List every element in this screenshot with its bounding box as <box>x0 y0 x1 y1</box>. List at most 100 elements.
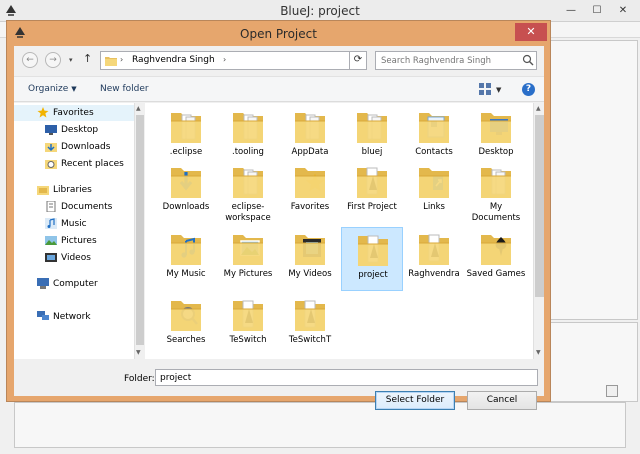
file-item-project[interactable]: project <box>341 227 403 291</box>
folder-docs-icon <box>481 168 511 198</box>
command-bar: Organize ▼ New folder ▼ ? <box>14 76 544 102</box>
file-item-teswitch[interactable]: TeSwitch <box>217 293 279 357</box>
open-project-dialog: Open Project ✕ ← → ▾ ↑ › Raghvendra Sing… <box>6 20 551 410</box>
scrollbar-thumb[interactable] <box>136 115 144 345</box>
nav-favorites[interactable]: Favorites <box>14 105 134 121</box>
file-item-teswitcht[interactable]: TeSwitchT <box>279 293 341 357</box>
scroll-up-icon[interactable]: ▲ <box>536 105 541 112</box>
recent-locations-dropdown-icon[interactable]: ▾ <box>69 56 73 64</box>
help-icon[interactable]: ? <box>522 83 535 96</box>
star-icon <box>37 107 49 118</box>
view-dropdown-icon[interactable]: ▼ <box>496 86 501 94</box>
cancel-button[interactable]: Cancel <box>467 391 537 410</box>
breadcrumb-user-folder[interactable]: Raghvendra Singh <box>132 55 215 65</box>
nav-network[interactable]: Network <box>14 309 134 325</box>
folder-downloads-icon <box>171 168 201 198</box>
file-item-name: Contacts <box>415 147 453 157</box>
file-item-eclipse-workspace[interactable]: eclipse-workspace <box>217 160 279 224</box>
folder-docs-icon <box>233 113 263 143</box>
scroll-down-icon[interactable]: ▼ <box>136 349 141 356</box>
breadcrumb-chevron-icon[interactable]: › <box>120 55 123 64</box>
scroll-down-icon[interactable]: ▼ <box>536 349 541 356</box>
file-item-raghvendra[interactable]: Raghvendra <box>403 227 465 291</box>
back-button[interactable]: ← <box>22 52 38 68</box>
folder-docs-icon <box>295 113 325 143</box>
folder-games-icon <box>481 235 511 265</box>
file-item-name: TeSwitchT <box>288 335 332 345</box>
maximize-icon[interactable]: ☐ <box>586 3 608 18</box>
file-item-favorites[interactable]: Favorites <box>279 160 341 224</box>
chevron-down-icon: ▼ <box>71 85 77 93</box>
file-item-searches[interactable]: Searches <box>155 293 217 357</box>
folder-bluej-icon <box>357 167 387 198</box>
refresh-button[interactable]: ⟳ <box>349 51 367 70</box>
folder-icon <box>105 57 117 66</box>
folder-docs-icon <box>233 168 263 198</box>
folder-music-icon <box>171 235 201 265</box>
scrollbar-thumb[interactable] <box>535 115 544 297</box>
folder-label: Folder: <box>124 374 155 384</box>
folder-docs-icon <box>357 113 387 143</box>
minimize-icon[interactable]: — <box>560 3 582 18</box>
up-arrow-icon[interactable]: ↑ <box>83 52 92 65</box>
nav-downloads[interactable]: Downloads <box>14 139 134 155</box>
nav-documents[interactable]: Documents <box>14 199 134 215</box>
file-item-saved-games[interactable]: Saved Games <box>465 227 527 291</box>
search-icon <box>522 54 534 66</box>
folder-bluej-icon <box>358 235 388 266</box>
search-input[interactable] <box>375 51 537 70</box>
dialog-title: Open Project <box>240 27 317 41</box>
file-view-scrollbar[interactable]: ▲ ▼ <box>533 103 544 359</box>
file-item-name: bluej <box>361 147 383 157</box>
breadcrumb-chevron-icon[interactable]: › <box>223 55 226 64</box>
computer-icon <box>37 278 49 289</box>
nav-music[interactable]: Music <box>14 216 134 232</box>
bluej-side-panel <box>550 40 638 320</box>
desktop-icon <box>45 125 57 135</box>
bluej-scroll-button[interactable] <box>606 385 618 397</box>
file-item-my-documents[interactable]: My Documents <box>465 160 527 224</box>
file-item-my-videos[interactable]: My Videos <box>279 227 341 291</box>
new-folder-button[interactable]: New folder <box>100 84 149 94</box>
file-item-name: Saved Games <box>466 269 526 279</box>
file-item-name: AppData <box>291 147 329 157</box>
select-folder-button[interactable]: Select Folder <box>375 391 455 410</box>
file-item-name: Favorites <box>290 202 330 212</box>
forward-button[interactable]: → <box>45 52 61 68</box>
dialog-body: ← → ▾ ↑ › Raghvendra Singh › ▾ ⟳ Organiz… <box>14 46 544 410</box>
address-bar[interactable]: › Raghvendra Singh › ▾ <box>100 51 366 70</box>
nav-pictures[interactable]: Pictures <box>14 233 134 249</box>
libraries-icon <box>37 186 49 195</box>
file-item-name: project <box>358 270 388 280</box>
folder-contacts-icon <box>419 113 449 143</box>
file-item-links[interactable]: Links <box>403 160 465 224</box>
window-close-icon[interactable]: ✕ <box>612 3 634 18</box>
nav-computer[interactable]: Computer <box>14 276 134 292</box>
file-item-downloads[interactable]: Downloads <box>155 160 217 224</box>
organize-menu[interactable]: Organize ▼ <box>28 84 77 94</box>
file-item-name: Desktop <box>478 147 514 157</box>
dialog-close-button[interactable]: ✕ <box>515 23 547 41</box>
navigation-scrollbar[interactable]: ▲ ▼ <box>134 103 144 359</box>
file-item-name: .eclipse <box>169 147 203 157</box>
nav-videos[interactable]: Videos <box>14 250 134 266</box>
file-item-my-pictures[interactable]: My Pictures <box>217 227 279 291</box>
file-item-first-project[interactable]: First Project <box>341 160 403 224</box>
nav-desktop[interactable]: Desktop <box>14 122 134 138</box>
nav-recent-places[interactable]: Recent places <box>14 156 134 172</box>
view-options-icon[interactable] <box>479 83 491 95</box>
file-item-name: My Videos <box>288 269 332 279</box>
navigation-pane: Favorites Desktop Downloads Recent place… <box>14 103 134 359</box>
folder-search-icon <box>171 301 201 331</box>
folder-name-input[interactable] <box>155 369 538 386</box>
file-item-name: Raghvendra <box>408 269 460 279</box>
file-item-name: Links <box>423 202 445 212</box>
folder-bluej-icon <box>295 300 325 331</box>
file-item-name: My Music <box>166 269 206 279</box>
folder-videos-icon <box>295 235 325 265</box>
folder-favorites-icon <box>295 168 325 198</box>
scroll-up-icon[interactable]: ▲ <box>136 105 141 112</box>
file-item-my-music[interactable]: My Music <box>155 227 217 291</box>
nav-libraries[interactable]: Libraries <box>14 182 134 198</box>
bluej-right-lower-panel <box>550 322 638 402</box>
